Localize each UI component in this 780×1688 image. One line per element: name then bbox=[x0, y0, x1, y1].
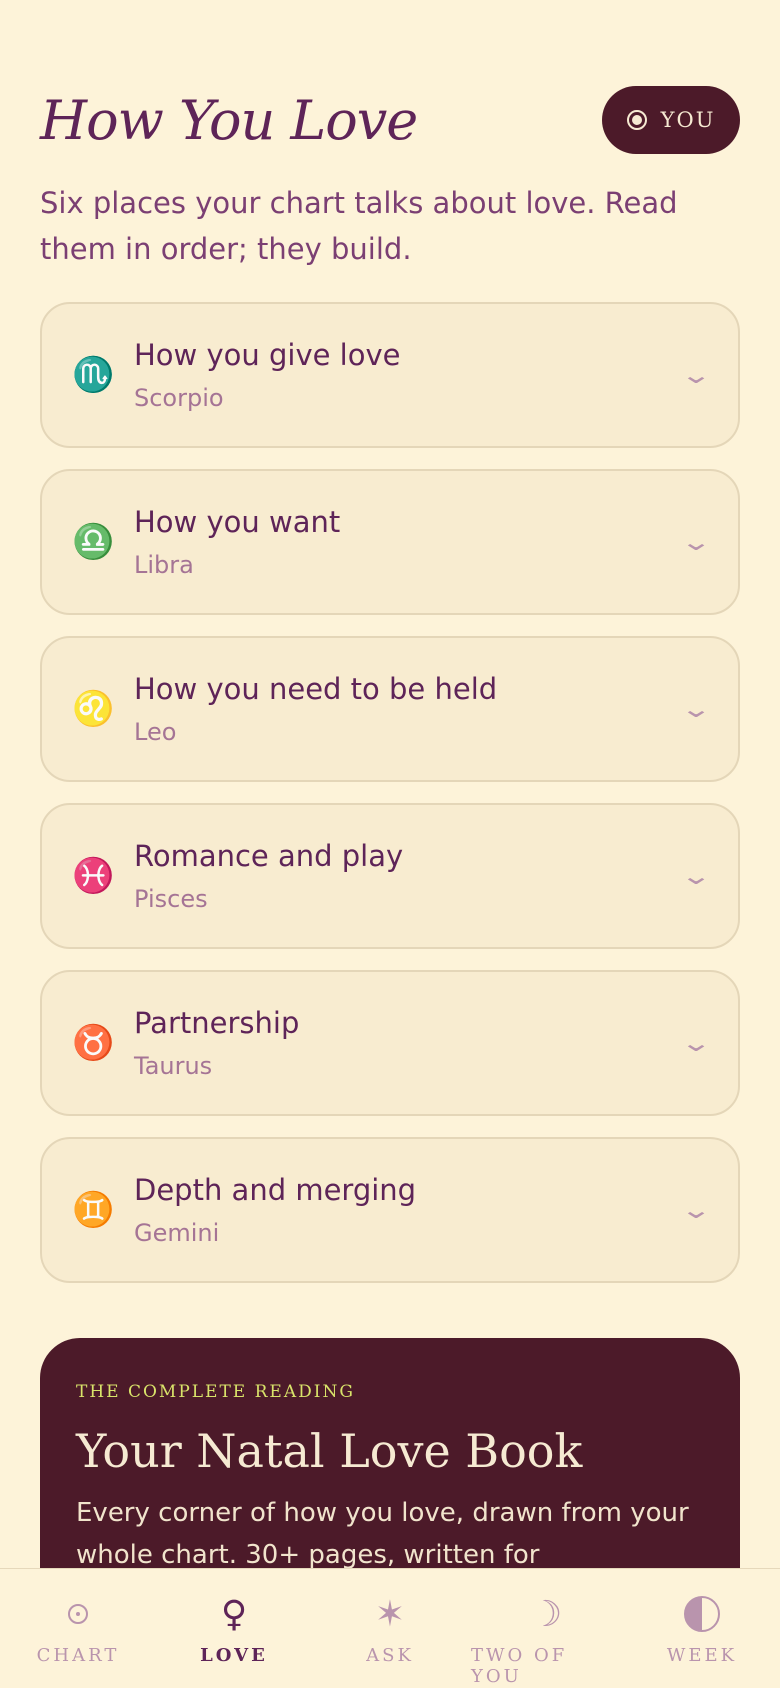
card-sign: Leo bbox=[134, 718, 177, 746]
header: How You Love YOU bbox=[40, 84, 740, 156]
card-sign: Pisces bbox=[134, 885, 208, 913]
you-button-label: YOU bbox=[660, 108, 716, 132]
card-sign: Gemini bbox=[134, 1219, 220, 1247]
target-icon bbox=[626, 110, 647, 130]
card-title: Depth and merging bbox=[134, 1173, 417, 1207]
card-sign: Scorpio bbox=[134, 384, 224, 412]
intro-text: Six places your chart talks about love. … bbox=[40, 186, 678, 266]
card-sign: Taurus bbox=[134, 1052, 213, 1080]
taurus-icon: ♉ bbox=[72, 1023, 115, 1063]
leo-icon: ♌ bbox=[72, 689, 115, 729]
tab-week[interactable]: WEEK bbox=[627, 1589, 777, 1666]
half-moon-icon bbox=[684, 1596, 720, 1632]
promo-kicker: THE COMPLETE READING bbox=[76, 1382, 355, 1402]
chevron-down-icon[interactable]: ⌄ bbox=[680, 361, 712, 389]
card-want[interactable]: ♎ How you want Libra ⌄ bbox=[40, 469, 740, 615]
scorpio-icon: ♏ bbox=[72, 355, 115, 395]
star-icon: ✶ bbox=[374, 1593, 406, 1635]
libra-icon: ♎ bbox=[72, 522, 115, 562]
card-title: How you give love bbox=[134, 338, 401, 372]
chevron-down-icon[interactable]: ⌄ bbox=[680, 862, 712, 890]
card-romance[interactable]: ♓ Romance and play Pisces ⌄ bbox=[40, 803, 740, 949]
card-title: Partnership bbox=[134, 1006, 300, 1040]
bottom-tab-bar: CHART ♀ LOVE ✶ ASK ☽ TWO OF YOU WEEK bbox=[0, 1568, 780, 1688]
tab-label: TWO OF YOU bbox=[471, 1645, 568, 1687]
page-title: How You Love bbox=[40, 88, 418, 152]
chart-icon bbox=[68, 1604, 88, 1624]
gemini-icon: ♊ bbox=[72, 1190, 115, 1230]
chevron-down-icon[interactable]: ⌄ bbox=[680, 1196, 712, 1224]
tab-label: WEEK bbox=[666, 1645, 738, 1666]
tab-label: ASK bbox=[366, 1645, 414, 1666]
promo-title: Your Natal Love Book bbox=[76, 1424, 583, 1478]
pisces-icon: ♓ bbox=[72, 856, 115, 896]
moon-icon: ☽ bbox=[529, 1593, 563, 1635]
tab-chart[interactable]: CHART bbox=[3, 1589, 153, 1666]
card-title: Romance and play bbox=[134, 839, 404, 873]
card-partnership[interactable]: ♉ Partnership Taurus ⌄ bbox=[40, 970, 740, 1116]
promo-body: Every corner of how you love, drawn from… bbox=[76, 1498, 689, 1570]
love-card-list: ♏ How you give love Scorpio ⌄ ♎ How you … bbox=[40, 302, 740, 1304]
tab-love[interactable]: ♀ LOVE bbox=[159, 1589, 309, 1667]
you-button[interactable]: YOU bbox=[602, 86, 740, 154]
card-sign: Libra bbox=[134, 551, 194, 579]
chevron-down-icon[interactable]: ⌄ bbox=[680, 695, 712, 723]
chevron-down-icon[interactable]: ⌄ bbox=[680, 528, 712, 556]
tab-label: CHART bbox=[36, 1645, 120, 1666]
tab-two-of-you[interactable]: ☽ TWO OF YOU bbox=[471, 1589, 621, 1688]
card-title: How you need to be held bbox=[134, 672, 498, 706]
card-give-love[interactable]: ♏ How you give love Scorpio ⌄ bbox=[40, 302, 740, 448]
card-held[interactable]: ♌ How you need to be held Leo ⌄ bbox=[40, 636, 740, 782]
tab-label: LOVE bbox=[200, 1645, 268, 1666]
chevron-down-icon[interactable]: ⌄ bbox=[680, 1029, 712, 1057]
card-title: How you want bbox=[134, 505, 341, 539]
card-depth[interactable]: ♊ Depth and merging Gemini ⌄ bbox=[40, 1137, 740, 1283]
venus-icon: ♀ bbox=[220, 1593, 248, 1635]
tab-ask[interactable]: ✶ ASK bbox=[315, 1589, 465, 1667]
